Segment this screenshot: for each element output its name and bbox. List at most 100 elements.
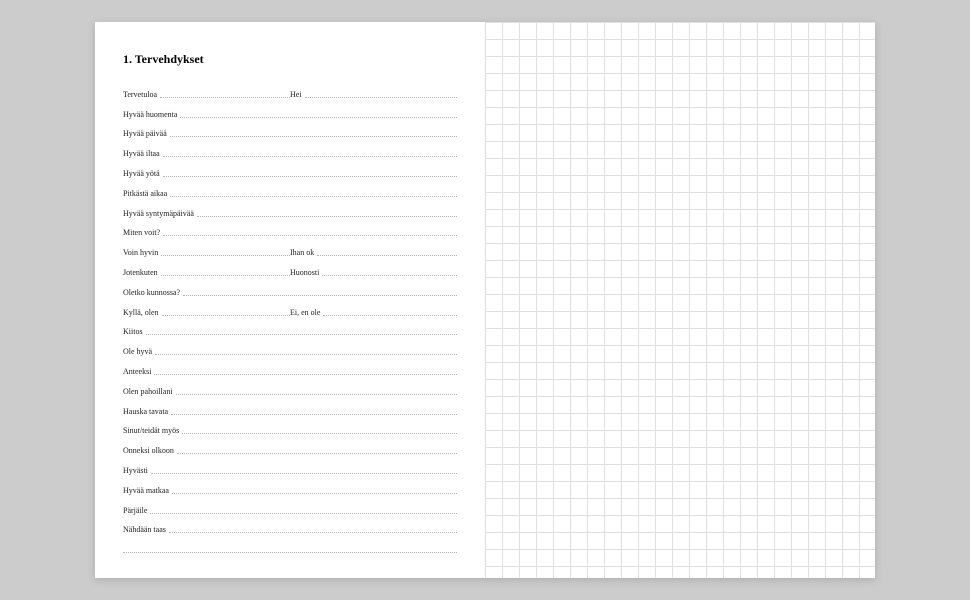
dotted-line: [171, 414, 457, 415]
dotted-line: [317, 255, 457, 256]
vocab-cell-left: Voin hyvin: [123, 248, 290, 257]
graph-grid: [485, 22, 875, 578]
vocab-row: Hauska tavata: [123, 398, 457, 418]
vocab-cell: Oletko kunnossa?: [123, 288, 457, 297]
vocab-cell-right: Huonosti: [290, 268, 457, 277]
vocab-label: Anteeksi: [123, 367, 154, 376]
vocab-label: Hei: [290, 90, 305, 99]
vocab-cell: Olen pahoillani: [123, 387, 457, 396]
dotted-line: [180, 117, 457, 118]
vocab-label: Kiitos: [123, 327, 146, 336]
vocab-label: Hyvää iltaa: [123, 149, 163, 158]
vocab-label: Ole hyvä: [123, 347, 155, 356]
vocab-label: Nähdään taas: [123, 525, 169, 534]
blank-cell: [123, 552, 457, 554]
page-spread: 1. Tervehdykset TervetuloaHei Hyvää huome…: [95, 22, 875, 578]
dotted-line: [169, 532, 457, 533]
dotted-line: [162, 315, 290, 316]
dotted-line: [146, 334, 457, 335]
vocab-row: TervetuloaHei: [123, 81, 457, 101]
vocabulary-rows: TervetuloaHei Hyvää huomenta Hyvää päivää H…: [123, 81, 457, 556]
dotted-line: [305, 97, 457, 98]
page-right: [485, 22, 875, 578]
vocab-row: Olen pahoillani: [123, 378, 457, 398]
vocab-label: Hauska tavata: [123, 407, 171, 416]
dotted-line: [163, 156, 457, 157]
vocab-label: Sinut/teidät myös: [123, 426, 182, 435]
vocab-cell: Hyvästi: [123, 466, 457, 475]
vocab-row: Pitkästä aikaa: [123, 180, 457, 200]
vocab-label: Hyvästi: [123, 466, 151, 475]
vocab-row: Pärjäile: [123, 497, 457, 517]
vocab-cell-left: Kyllä, olen: [123, 308, 290, 317]
vocab-cell-right: Hei: [290, 90, 457, 99]
vocab-row: Anteeksi: [123, 358, 457, 378]
vocab-row: Oletko kunnossa?: [123, 279, 457, 299]
vocab-label: Hyvää matkaa: [123, 486, 172, 495]
vocab-cell: Hyvää matkaa: [123, 486, 457, 495]
vocab-cell: Hyvää päivää: [123, 129, 457, 138]
vocab-cell: Miten voit?: [123, 228, 457, 237]
vocab-cell: Hyvää huomenta: [123, 110, 457, 119]
vocab-label: Jotenkuten: [123, 268, 161, 277]
vocab-cell: Nähdään taas: [123, 525, 457, 534]
dotted-line: [151, 473, 457, 474]
vocab-label: Hyvää yötä: [123, 169, 163, 178]
dotted-line: [170, 136, 457, 137]
vocab-row: Hyvää päivää: [123, 121, 457, 141]
vocab-row: Sinut/teidät myös: [123, 418, 457, 438]
section-heading: 1. Tervehdykset: [123, 52, 457, 67]
dotted-line: [161, 255, 290, 256]
vocab-row: Voin hyvin Ihan ok: [123, 239, 457, 259]
vocab-cell-left: Jotenkuten: [123, 268, 290, 277]
vocab-cell: Hyvää yötä: [123, 169, 457, 178]
vocab-cell: Anteeksi: [123, 367, 457, 376]
vocab-cell: Hyvää syntymäpäivää: [123, 209, 457, 218]
vocab-row: [123, 536, 457, 556]
dotted-line: [154, 374, 457, 375]
vocab-label: Oletko kunnossa?: [123, 288, 183, 297]
vocab-label: Ei, en ole: [290, 308, 323, 317]
vocab-label: Voin hyvin: [123, 248, 161, 257]
vocab-row: Hyvää yötä: [123, 160, 457, 180]
vocab-cell-left: Tervetuloa: [123, 90, 290, 99]
vocab-cell: Onneksi olkoon: [123, 446, 457, 455]
vocab-row: Hyvää matkaa: [123, 477, 457, 497]
vocab-row: Hyvää syntymäpäivää: [123, 200, 457, 220]
dotted-line: [123, 552, 457, 553]
dotted-line: [163, 235, 457, 236]
dotted-line: [160, 97, 290, 98]
vocab-label: Hyvää päivää: [123, 129, 170, 138]
vocab-row: Kiitos: [123, 319, 457, 339]
vocab-cell: Sinut/teidät myös: [123, 426, 457, 435]
vocab-label: Pitkästä aikaa: [123, 189, 170, 198]
vocab-row: Hyvästi: [123, 457, 457, 477]
vocab-cell: Hyvää iltaa: [123, 149, 457, 158]
vocab-label: Ihan ok: [290, 248, 317, 257]
vocab-cell: Pitkästä aikaa: [123, 189, 457, 198]
page-left: 1. Tervehdykset TervetuloaHei Hyvää huome…: [95, 22, 485, 578]
dotted-line: [323, 315, 457, 316]
vocab-row: Hyvää iltaa: [123, 140, 457, 160]
vocab-label: Hyvää huomenta: [123, 110, 180, 119]
dotted-line: [183, 295, 457, 296]
vocab-cell-right: Ei, en ole: [290, 308, 457, 317]
vocab-row: Nähdään taas: [123, 517, 457, 537]
vocab-row: Jotenkuten Huonosti: [123, 259, 457, 279]
vocab-label: Hyvää syntymäpäivää: [123, 209, 197, 218]
vocab-label: Pärjäile: [123, 506, 150, 515]
vocab-label: Miten voit?: [123, 228, 163, 237]
dotted-line: [163, 176, 457, 177]
vocab-row: Ole hyvä: [123, 338, 457, 358]
dotted-line: [176, 394, 457, 395]
vocab-label: Olen pahoillani: [123, 387, 176, 396]
vocab-cell: Pärjäile: [123, 506, 457, 515]
vocab-label: Onneksi olkoon: [123, 446, 177, 455]
dotted-line: [155, 354, 457, 355]
vocab-cell: Hauska tavata: [123, 407, 457, 416]
dotted-line: [197, 216, 457, 217]
dotted-line: [177, 453, 457, 454]
dotted-line: [150, 513, 457, 514]
vocab-row: Hyvää huomenta: [123, 101, 457, 121]
vocab-row: Kyllä, olenEi, en ole: [123, 299, 457, 319]
